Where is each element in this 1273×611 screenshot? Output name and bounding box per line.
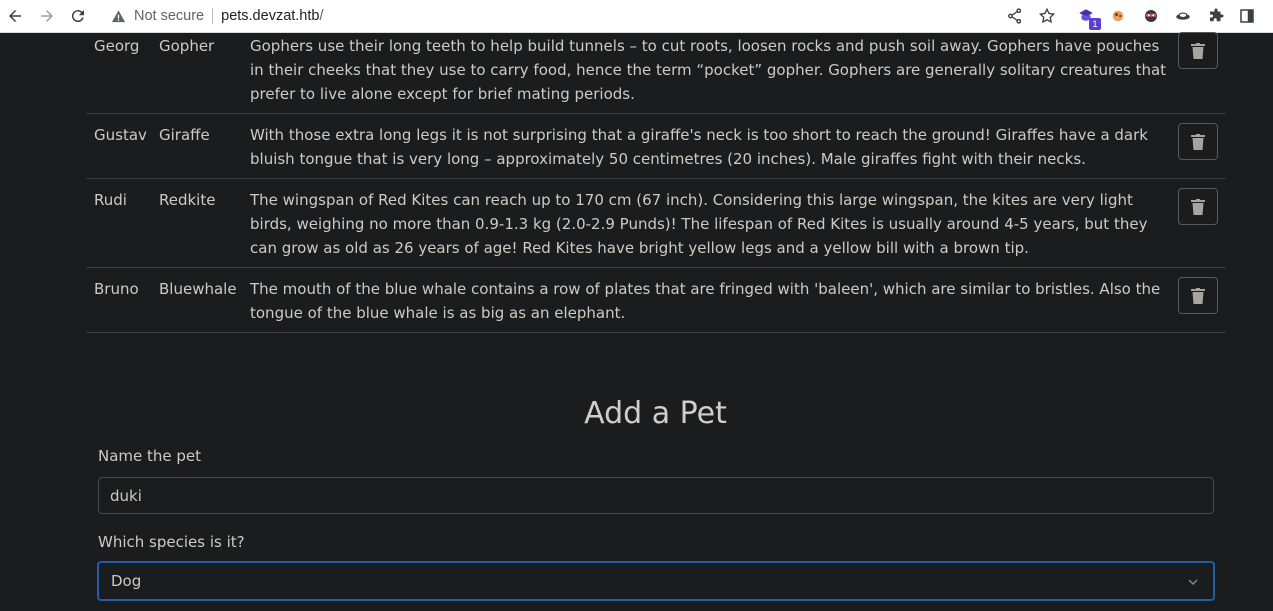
pet-species: Redkite	[159, 191, 216, 209]
omnibox-divider	[212, 8, 214, 24]
chevron-down-icon	[1188, 579, 1198, 586]
delete-button[interactable]	[1178, 123, 1218, 160]
pet-name: Rudi	[94, 191, 127, 209]
extension-icon[interactable]	[1141, 6, 1161, 26]
extension-badge: 1	[1089, 18, 1101, 30]
reload-icon[interactable]	[67, 5, 89, 27]
browser-toolbar: Not secure pets.devzat.htb/ 1	[0, 0, 1273, 33]
trash-icon	[1191, 287, 1205, 304]
share-icon[interactable]	[1005, 6, 1025, 26]
pet-species: Gopher	[159, 37, 215, 55]
sidebar-icon[interactable]	[1237, 6, 1257, 26]
trash-icon	[1191, 198, 1205, 215]
species-select[interactable]: Dog	[97, 561, 1215, 601]
address-bar[interactable]: Not secure pets.devzat.htb/	[100, 2, 1068, 30]
pet-description: The wingspan of Red Kites can reach up t…	[250, 191, 1148, 257]
pet-species: Giraffe	[159, 126, 210, 144]
extension-icon[interactable]	[1108, 6, 1128, 26]
back-icon[interactable]	[4, 5, 26, 27]
table-row: Georg Gopher Gophers use their long teet…	[86, 32, 1226, 114]
name-label: Name the pet	[98, 447, 202, 465]
pet-description: Gophers use their long teeth to help bui…	[250, 37, 1167, 103]
extension-icon[interactable]: 1	[1076, 6, 1101, 30]
pet-description: With those extra long legs it is not sur…	[250, 126, 1148, 168]
table-row: Rudi Redkite The wingspan of Red Kites c…	[86, 179, 1226, 268]
trash-icon	[1191, 133, 1205, 150]
pet-species: Bluewhale	[159, 280, 237, 298]
pet-name: Bruno	[94, 280, 139, 298]
url-path: /	[319, 8, 324, 24]
url-host: pets.devzat.htb	[221, 8, 320, 24]
table-row: Gustav Giraffe With those extra long leg…	[86, 114, 1226, 179]
trash-icon	[1191, 42, 1205, 59]
puzzle-icon[interactable]	[1206, 6, 1226, 26]
pet-name: Georg	[94, 37, 140, 55]
security-label[interactable]: Not secure	[134, 8, 204, 24]
delete-button[interactable]	[1178, 32, 1218, 69]
url-text[interactable]: pets.devzat.htb/	[221, 8, 323, 24]
pet-description: The mouth of the blue whale contains a r…	[250, 280, 1161, 322]
pet-name: Gustav	[94, 126, 147, 144]
warning-icon[interactable]	[110, 8, 126, 24]
delete-button[interactable]	[1178, 277, 1218, 314]
extension-icon[interactable]	[1173, 6, 1193, 26]
form-title: Add a Pet	[584, 396, 727, 431]
delete-button[interactable]	[1178, 188, 1218, 225]
species-label: Which species is it?	[98, 533, 245, 551]
pets-table: Georg Gopher Gophers use their long teet…	[86, 32, 1226, 333]
table-row: Bruno Bluewhale The mouth of the blue wh…	[86, 268, 1226, 333]
species-selected-value: Dog	[111, 572, 142, 590]
forward-icon[interactable]	[36, 5, 58, 27]
pet-name-input[interactable]	[98, 477, 1214, 514]
star-icon[interactable]	[1037, 6, 1057, 26]
